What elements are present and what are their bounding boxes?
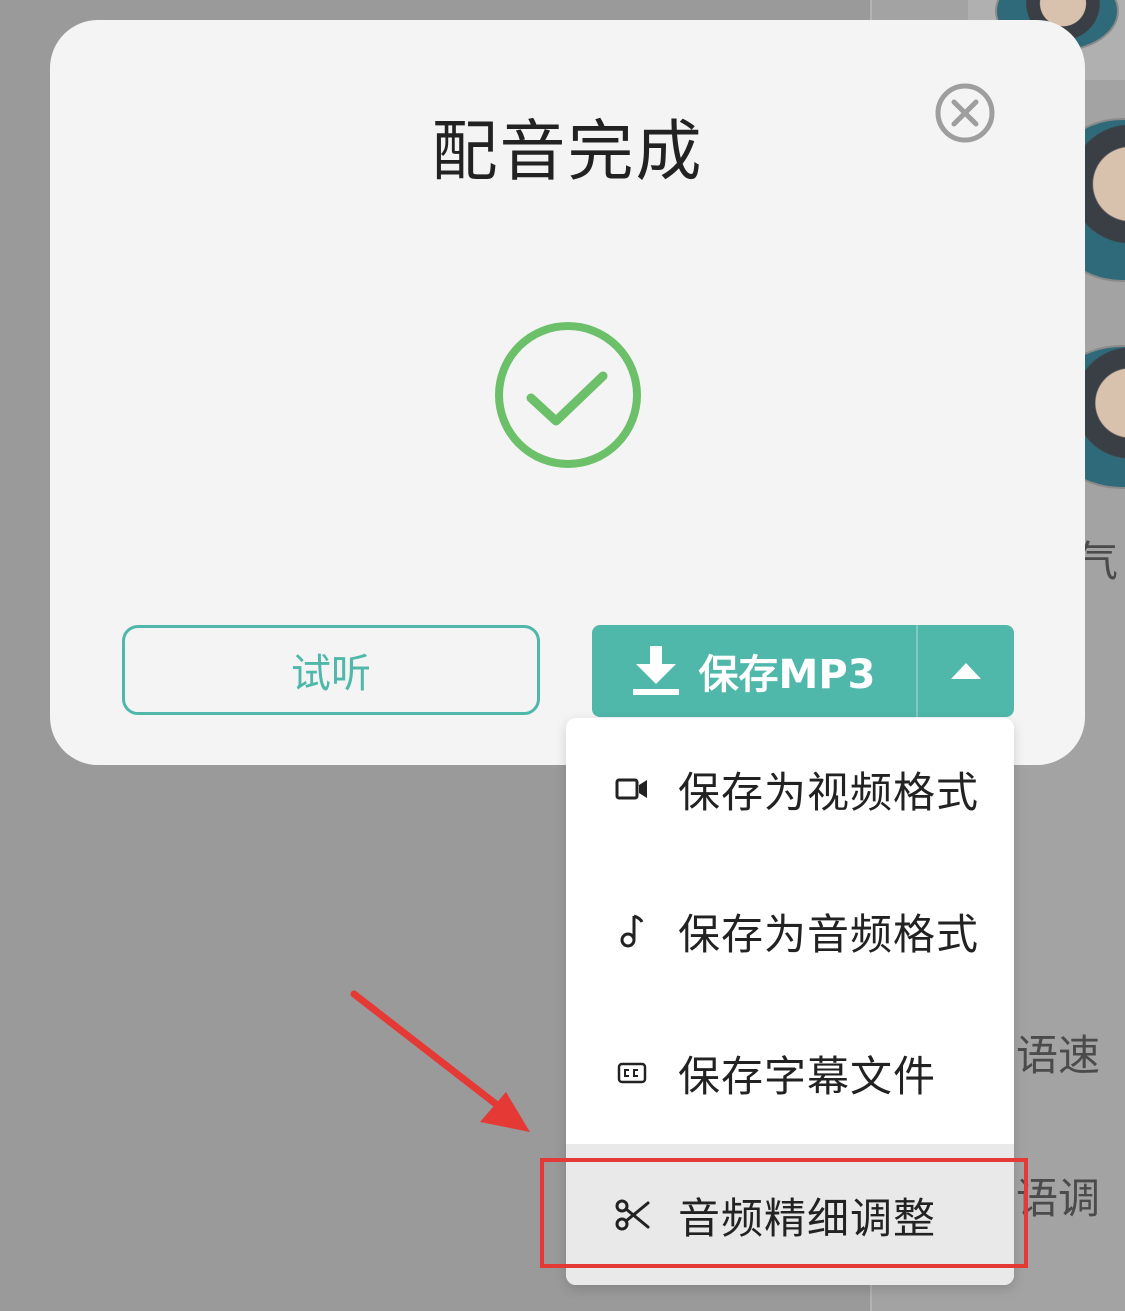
save-mp3-label: 保存MP3	[698, 652, 876, 698]
download-icon	[632, 646, 679, 695]
preview-button-label: 试听	[291, 651, 371, 697]
background-label-tone[interactable]: 语调	[1016, 1165, 1100, 1226]
menu-item-save-subtitles[interactable]: 保存字幕文件	[566, 1002, 1014, 1144]
menu-item-save-audio[interactable]: 保存为音频格式	[566, 860, 1014, 1002]
menu-item-save-video[interactable]: 保存为视频格式	[566, 718, 1014, 860]
save-mp3-split-button[interactable]: 保存MP3	[592, 625, 1014, 717]
menu-item-label: 保存字幕文件	[678, 1051, 937, 1101]
close-button[interactable]	[934, 82, 996, 144]
background-label-speed[interactable]: 语速	[1016, 1022, 1100, 1083]
preview-button[interactable]: 试听	[122, 625, 540, 715]
check-circle-icon	[495, 322, 641, 468]
annotation-arrow-icon	[350, 990, 530, 1132]
video-camera-icon	[614, 771, 650, 807]
menu-item-label: 保存为音频格式	[678, 909, 980, 959]
music-note-icon	[614, 913, 650, 949]
caret-up-icon	[951, 663, 981, 679]
closed-caption-icon	[614, 1055, 650, 1091]
save-mp3-button[interactable]: 保存MP3	[592, 625, 916, 717]
close-circle-icon[interactable]	[934, 82, 996, 144]
screen: 气 语速 语调 配音完成 试听 保存MP3 保存为视频格式 保存为音频格式 保存…	[0, 0, 1125, 1311]
menu-item-label: 保存为视频格式	[678, 767, 980, 817]
annotation-highlight-box	[540, 1158, 1028, 1268]
dialog-title: 配音完成	[431, 113, 704, 190]
save-options-toggle[interactable]	[918, 625, 1014, 717]
dubbing-complete-dialog: 配音完成 试听 保存MP3	[50, 20, 1085, 765]
